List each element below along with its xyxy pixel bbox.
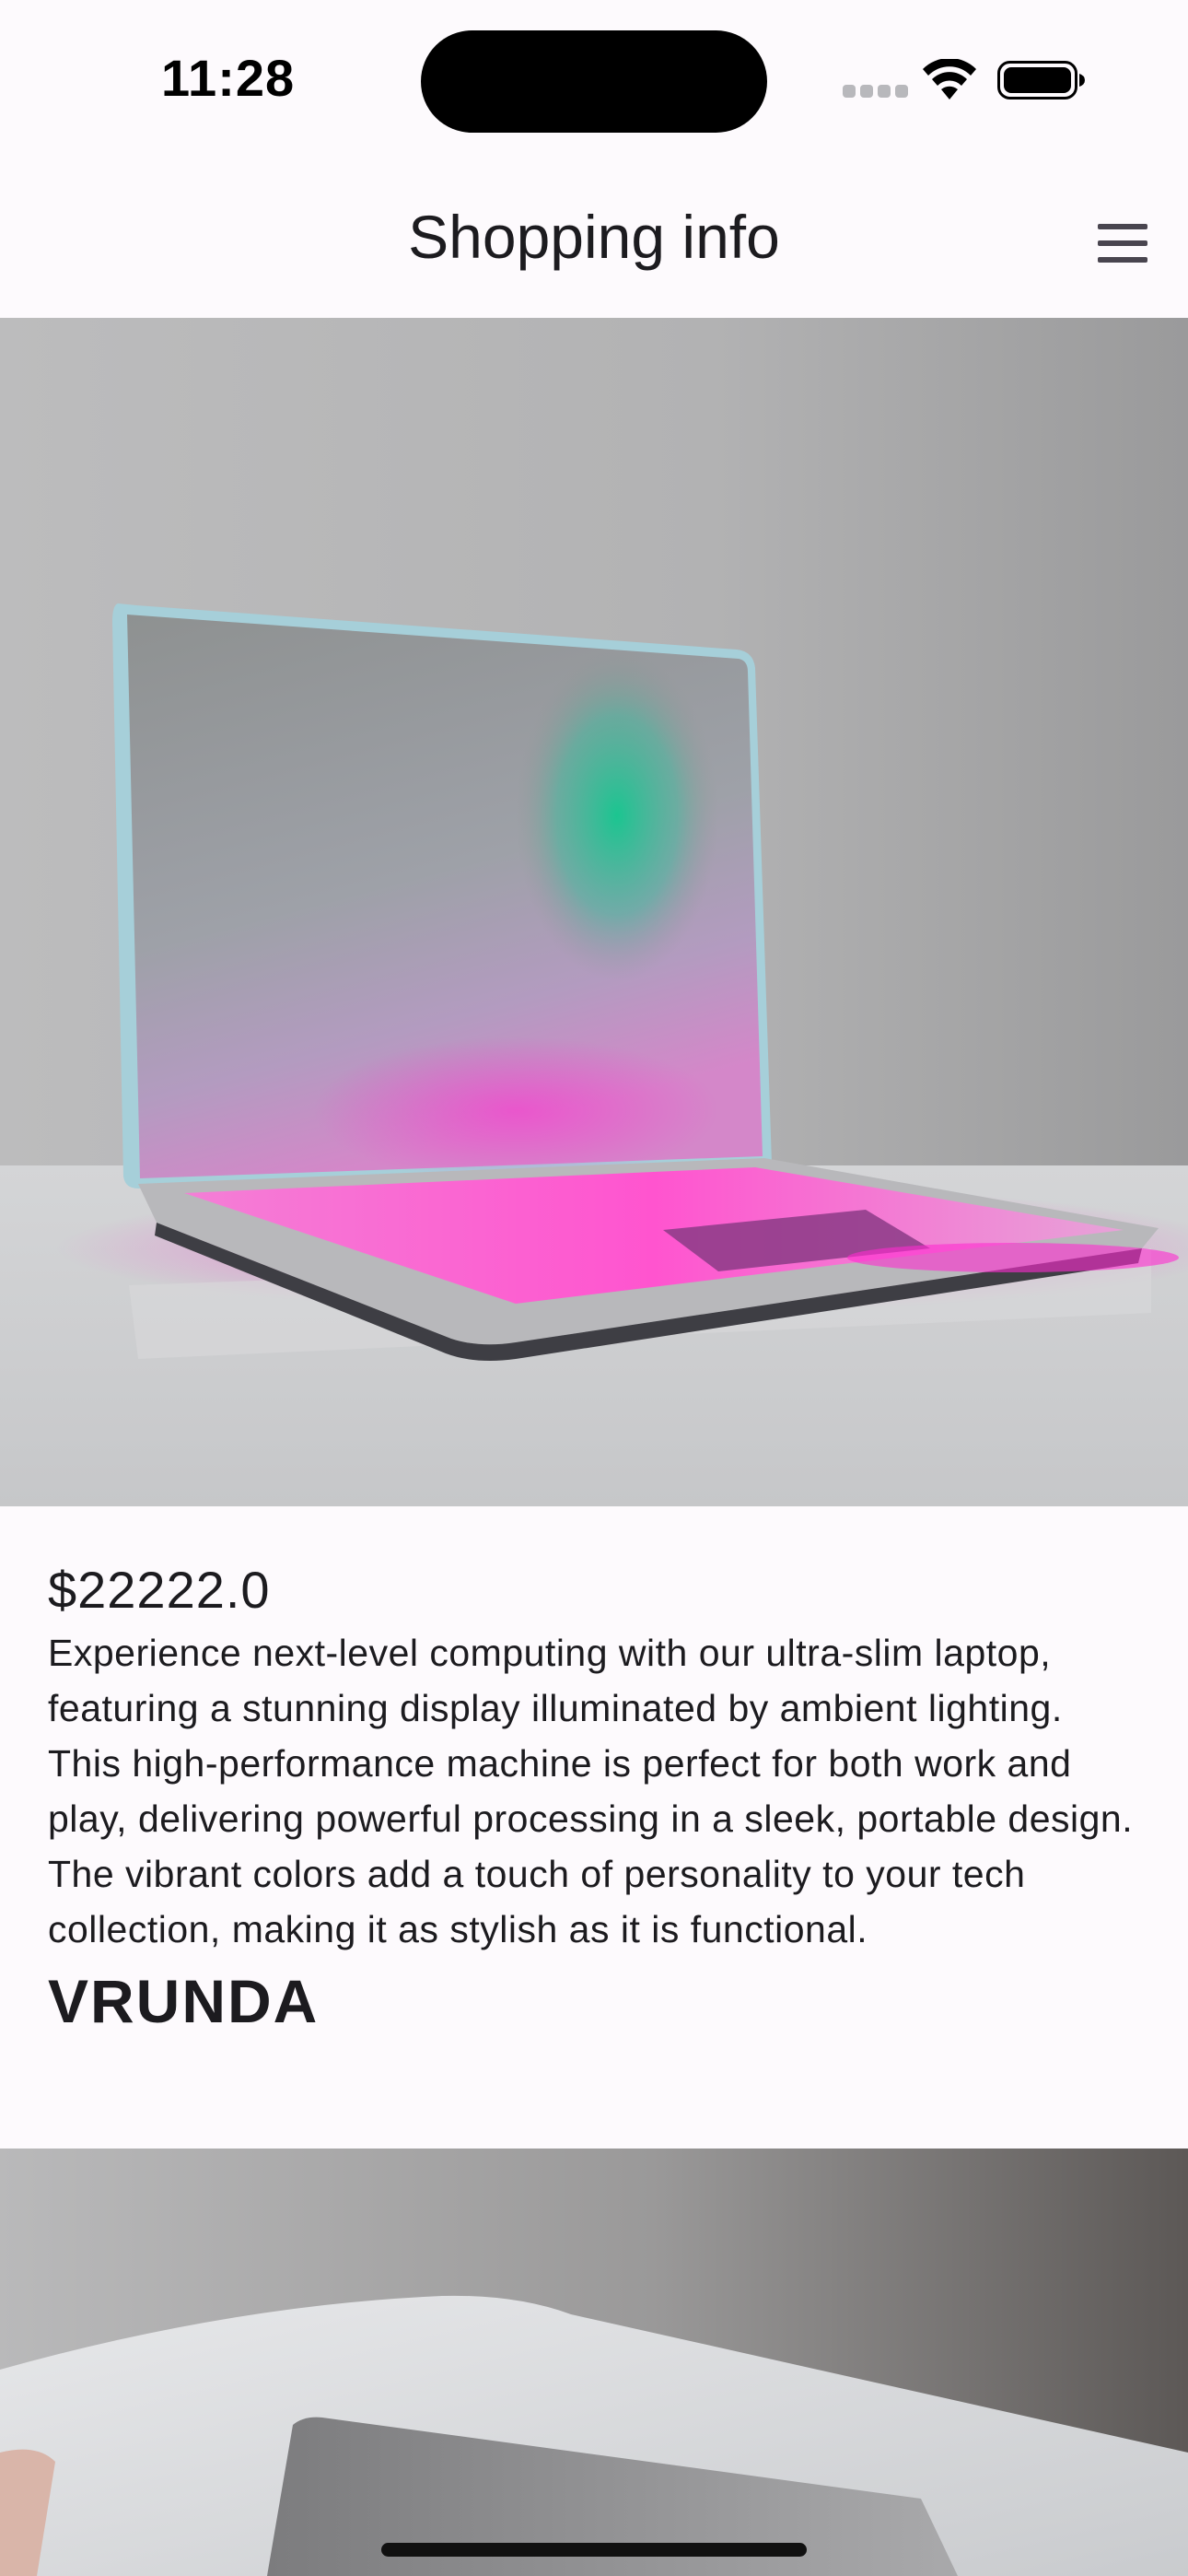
status-bar: 11:28 [0,0,1188,161]
menu-button[interactable] [1076,204,1168,283]
page-title: Shopping info [408,203,780,271]
product-info: $22222.0 Experience next-level computing… [48,1557,1144,2038]
laptop-image-icon [0,318,1188,1506]
dynamic-island [421,30,767,133]
product-price: $22222.0 [48,1561,271,1619]
wifi-icon [923,59,976,100]
status-time: 11:28 [161,49,296,107]
app-bar: Shopping info [0,161,1188,318]
home-indicator[interactable] [381,2543,807,2557]
product-description: Experience next-level computing with our… [48,1632,1134,1950]
laptop-image-icon [0,2149,1188,2576]
shopping-info-screen: 11:28 Shopping info $22222.0 Experience … [0,0,1188,2576]
battery-icon [997,61,1085,100]
product-image[interactable] [0,2149,1188,2576]
cellular-signal-icon [843,85,908,98]
product-image[interactable] [0,318,1188,1506]
product-brand: VRUNDA [48,1967,320,2035]
